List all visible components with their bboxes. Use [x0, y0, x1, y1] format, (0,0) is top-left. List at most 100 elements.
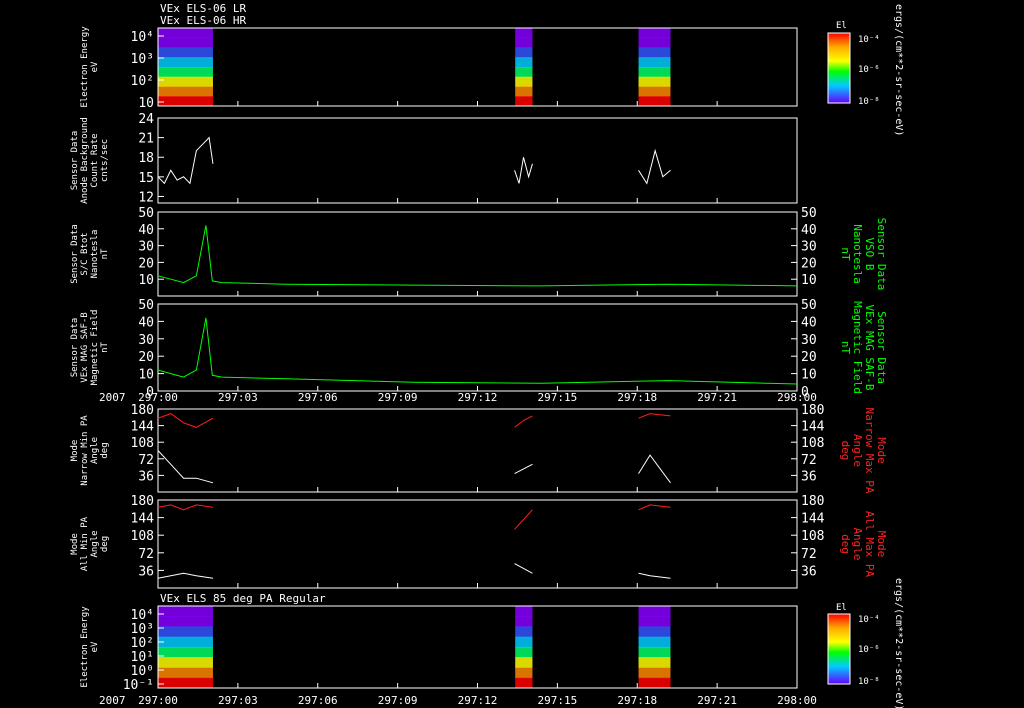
xtick-label-bottom-5: 297:15: [538, 694, 578, 707]
ytick-label-sc-btot-1: 40: [138, 223, 154, 238]
ylabel-line-all-pa-1: All Min PA: [80, 516, 90, 571]
bottom-panel-title: VEx ELS 85 deg PA Regular: [160, 592, 326, 605]
ytick-right-label-narrow-pa-1: 144: [801, 420, 825, 435]
ylabel-line-mag-saf-0: Sensor Data: [70, 318, 80, 378]
ytick-label-anode-bg-1: 21: [138, 132, 154, 147]
ytick-right-label-sc-btot-1: 40: [801, 223, 817, 238]
spectrogram-block-0-band-4: [158, 67, 213, 78]
spectrogram-block-0-band-2: [158, 47, 213, 58]
ytick-label-mag-saf-0: 50: [138, 298, 154, 313]
xtick-label-bottom-1: 297:03: [218, 694, 258, 707]
ytick-right-label-narrow-pa-3: 72: [801, 453, 817, 468]
ylabel-line-mag-saf-1: VEx MAG SAF-B: [80, 312, 90, 382]
spectrogram-block-1-band-2: [515, 47, 533, 58]
xtick-label-top-2: 297:06: [298, 391, 338, 404]
ytick-label-anode-bg-4: 12: [138, 190, 154, 205]
spectrogram-block-2-band-6: [638, 86, 671, 97]
ytick-label-energy-top-2: 10²: [131, 74, 154, 89]
xtick-label-top-1: 297:03: [218, 391, 258, 404]
ytick-label-sc-btot-4: 10: [138, 273, 154, 288]
xtick-label-bottom-0: 297:00: [138, 694, 178, 707]
spectrogram-block-2-band-3: [638, 636, 671, 648]
xtick-label-top-7: 297:21: [697, 391, 737, 404]
header-line2: VEx ELS-06 HR: [160, 14, 246, 27]
spectrogram-block-0-band-4: [158, 647, 213, 658]
right-label-line-sc-btot-3: nT: [839, 247, 852, 261]
xtick-label-top-4: 297:12: [458, 391, 498, 404]
ylabel-line-sc-btot-0: Sensor Data: [70, 224, 80, 284]
ytick-label-anode-bg-2: 18: [138, 151, 154, 166]
ylabel-line-sc-btot-1: S/C Btot: [80, 232, 90, 275]
ytick-label-mag-saf-3: 20: [138, 350, 154, 365]
spectrogram-block-2-band-3: [638, 57, 671, 68]
ytick-right-label-narrow-pa-4: 36: [801, 469, 817, 484]
ylabel-line-energy-bottom-1: eV: [90, 641, 100, 652]
ytick-label-anode-bg-3: 15: [138, 171, 154, 186]
ytick-label-energy-top-1: 10³: [131, 52, 154, 67]
spectrogram-block-0-band-0: [158, 606, 213, 617]
spectrogram-block-2-band-2: [638, 47, 671, 58]
spectrogram-block-0-band-7: [158, 677, 213, 689]
spectrogram-block-1-band-5: [515, 76, 533, 87]
xtick-label-bottom-2: 297:06: [298, 694, 338, 707]
ylabel-line-anode-bg-2: Count Rate: [90, 133, 100, 187]
ytick-label-energy-top-0: 10⁴: [131, 30, 154, 45]
ylabel-line-narrow-pa-1: Narrow Min PA: [80, 415, 90, 486]
spectrogram-block-1-band-3: [515, 57, 533, 68]
ylabel-line-narrow-pa-3: deg: [100, 442, 110, 458]
spectrogram-block-2-band-0: [638, 606, 671, 617]
spectrogram-block-1-band-6: [515, 667, 533, 679]
ytick-label-narrow-pa-3: 72: [138, 453, 154, 468]
ytick-label-energy-bottom-4: 10⁰: [131, 664, 154, 679]
colorbar-top-title: El: [836, 21, 847, 31]
spectrogram-block-2-band-5: [638, 657, 671, 668]
xtick-label-top-6: 297:18: [617, 391, 657, 404]
ytick-label-sc-btot-3: 20: [138, 256, 154, 271]
colorbar-bottom-tick-2: 10⁻⁶: [858, 645, 880, 655]
ytick-label-all-pa-4: 36: [138, 564, 154, 579]
xtick-label-top-5: 297:15: [538, 391, 578, 404]
ytick-label-narrow-pa-4: 36: [138, 469, 154, 484]
colorbar-top-tick-2: 10⁻⁶: [858, 65, 880, 75]
ytick-right-label-mag-saf-1: 40: [801, 315, 817, 330]
spectrogram-block-2-band-7: [638, 677, 671, 689]
ylabel-line-all-pa-0: Mode: [70, 533, 80, 555]
ylabel-line-all-pa-3: deg: [100, 536, 110, 552]
ytick-right-label-mag-saf-3: 20: [801, 350, 817, 365]
ytick-label-sc-btot-2: 30: [138, 240, 154, 255]
colorbar-bottom-scale: [827, 613, 851, 685]
spectrogram-block-0-band-5: [158, 657, 213, 668]
spectrogram-block-0-band-1: [158, 616, 213, 627]
ytick-right-label-mag-saf-2: 30: [801, 333, 817, 348]
right-label-line-all-pa-3: deg: [839, 534, 852, 554]
ytick-label-energy-bottom-5: 10⁻¹: [123, 678, 154, 693]
ytick-right-label-all-pa-0: 180: [801, 494, 824, 509]
ytick-right-label-sc-btot-2: 30: [801, 240, 817, 255]
ytick-label-energy-top-3: 10: [138, 96, 154, 111]
ytick-label-energy-bottom-0: 10⁴: [131, 608, 154, 623]
colorbar-top-tick-1: 10⁻⁴: [858, 35, 880, 45]
xtick-label-bottom-7: 297:21: [697, 694, 737, 707]
ytick-label-mag-saf-2: 30: [138, 333, 154, 348]
ytick-label-energy-bottom-3: 10¹: [131, 650, 154, 665]
xtick-label-bottom-3: 297:09: [378, 694, 418, 707]
colorbar-top-unit: ergs/(cm**2-sr-sec-eV): [893, 4, 904, 136]
colorbar-bottom-unit: ergs/(cm**2-sr-sec-eV): [893, 578, 904, 708]
right-label-line-mag-saf-3: nT: [839, 341, 852, 355]
ytick-right-label-narrow-pa-2: 108: [801, 436, 824, 451]
spectrogram-block-0-band-5: [158, 76, 213, 87]
ylabel-line-anode-bg-3: cnts/sec: [100, 139, 110, 182]
ytick-label-energy-bottom-2: 10²: [131, 636, 154, 651]
ylabel-line-energy-top-1: eV: [90, 61, 100, 72]
spectrogram-block-0-band-0: [158, 28, 213, 39]
ytick-label-all-pa-2: 108: [131, 529, 154, 544]
ytick-right-label-all-pa-1: 144: [801, 512, 825, 527]
spectrogram-block-2-band-7: [638, 96, 671, 107]
ytick-label-all-pa-1: 144: [131, 512, 155, 527]
xtick-label-top-8: 298:00: [777, 391, 817, 404]
spectrogram-block-0-band-6: [158, 667, 213, 679]
year-label-top: 2007: [99, 391, 126, 404]
spectrogram-block-2-band-4: [638, 67, 671, 78]
xtick-label-bottom-8: 298:00: [777, 694, 817, 707]
ytick-right-label-sc-btot-4: 10: [801, 273, 817, 288]
